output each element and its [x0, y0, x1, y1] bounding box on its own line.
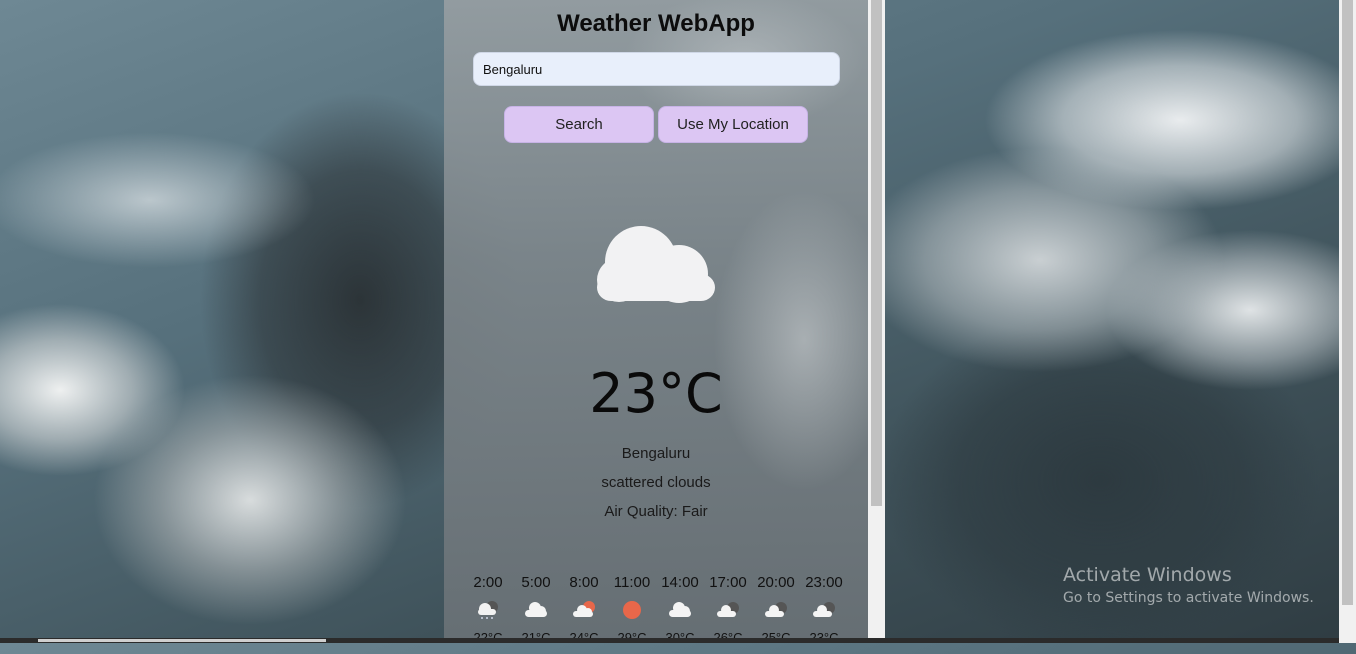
- city-search-input[interactable]: [473, 52, 840, 86]
- app-title: Weather WebApp: [557, 10, 755, 37]
- horizontal-scroll-thumb[interactable]: [38, 639, 326, 642]
- hour-time: 23:00: [805, 574, 843, 591]
- weather-panel: Weather WebApp Search Use My Location 23…: [444, 0, 868, 645]
- cloud-sun-icon: [573, 601, 595, 617]
- page-scroll-thumb[interactable]: [1342, 0, 1353, 605]
- weather-description: scattered clouds: [601, 474, 711, 491]
- hour-time: 5:00: [521, 574, 551, 591]
- hourly-item: 14:00 30°C: [656, 574, 704, 645]
- air-quality: Air Quality: Fair: [604, 503, 708, 520]
- hour-time: 20:00: [757, 574, 795, 591]
- cloud-icon: [597, 226, 715, 303]
- panel-scrollbar[interactable]: [868, 0, 885, 643]
- hour-time: 8:00: [569, 574, 599, 591]
- cloud-icon: [525, 602, 547, 617]
- hour-time: 11:00: [613, 574, 651, 591]
- cloud-icon: [669, 602, 691, 617]
- use-my-location-button[interactable]: Use My Location: [658, 106, 808, 143]
- hour-time: 17:00: [709, 574, 747, 591]
- hourly-item: 17:00 26°C: [704, 574, 752, 645]
- windows-activation-watermark: Activate Windows Go to Settings to activ…: [1063, 564, 1314, 606]
- cloud-night-icon: [765, 602, 787, 617]
- current-temperature: 23°C: [589, 362, 723, 425]
- search-button[interactable]: Search: [504, 106, 654, 143]
- city-name: Bengaluru: [621, 445, 691, 462]
- sun-icon: [623, 601, 641, 619]
- panel-scroll-thumb[interactable]: [871, 0, 882, 506]
- cloud-rain-night-icon: [478, 601, 498, 619]
- cloud-night-icon: [717, 602, 739, 617]
- watermark-subtitle: Go to Settings to activate Windows.: [1063, 590, 1314, 606]
- hourly-item: 5:00 21°C: [512, 574, 560, 645]
- hourly-item: 2:00 22°C: [464, 574, 512, 645]
- watermark-title: Activate Windows: [1063, 564, 1232, 586]
- horizontal-scrollbar[interactable]: [0, 638, 1339, 643]
- cloud-night-icon: [813, 602, 835, 617]
- hourly-item: 11:00 29°C: [608, 574, 656, 645]
- hourly-item: 23:00 23°C: [800, 574, 848, 645]
- hourly-item: 20:00 25°C: [752, 574, 800, 645]
- hour-time: 2:00: [473, 574, 503, 591]
- hourly-item: 8:00 24°C: [560, 574, 608, 645]
- hour-time: 14:00: [661, 574, 699, 591]
- page-scrollbar[interactable]: [1339, 0, 1356, 643]
